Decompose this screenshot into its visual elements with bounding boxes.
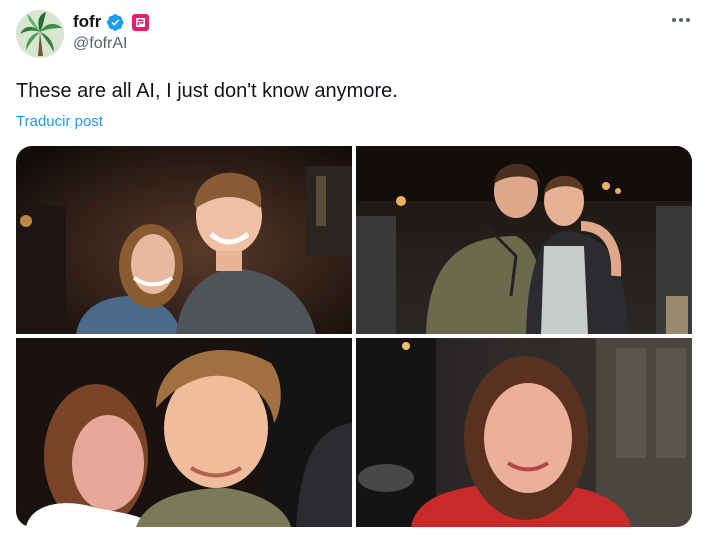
author-name-row: fofr	[73, 12, 150, 32]
author-avatar[interactable]	[16, 10, 64, 58]
translate-post-link[interactable]: Traducir post	[16, 113, 103, 130]
tweet-text: These are all AI, I just don't know anym…	[16, 80, 398, 102]
author-display-name[interactable]: fofr	[73, 12, 101, 32]
photo-4[interactable]	[356, 338, 692, 527]
photo-1[interactable]	[16, 146, 352, 334]
palm-tree-avatar-icon	[16, 10, 64, 58]
photo-2[interactable]	[356, 146, 692, 334]
more-options-icon[interactable]	[668, 10, 694, 30]
author-handle[interactable]: @fofrAI	[73, 35, 127, 53]
affiliate-badge-icon[interactable]	[132, 13, 150, 31]
verified-badge-icon[interactable]	[106, 13, 125, 32]
media-grid	[16, 146, 692, 527]
photo-3[interactable]	[16, 338, 352, 527]
